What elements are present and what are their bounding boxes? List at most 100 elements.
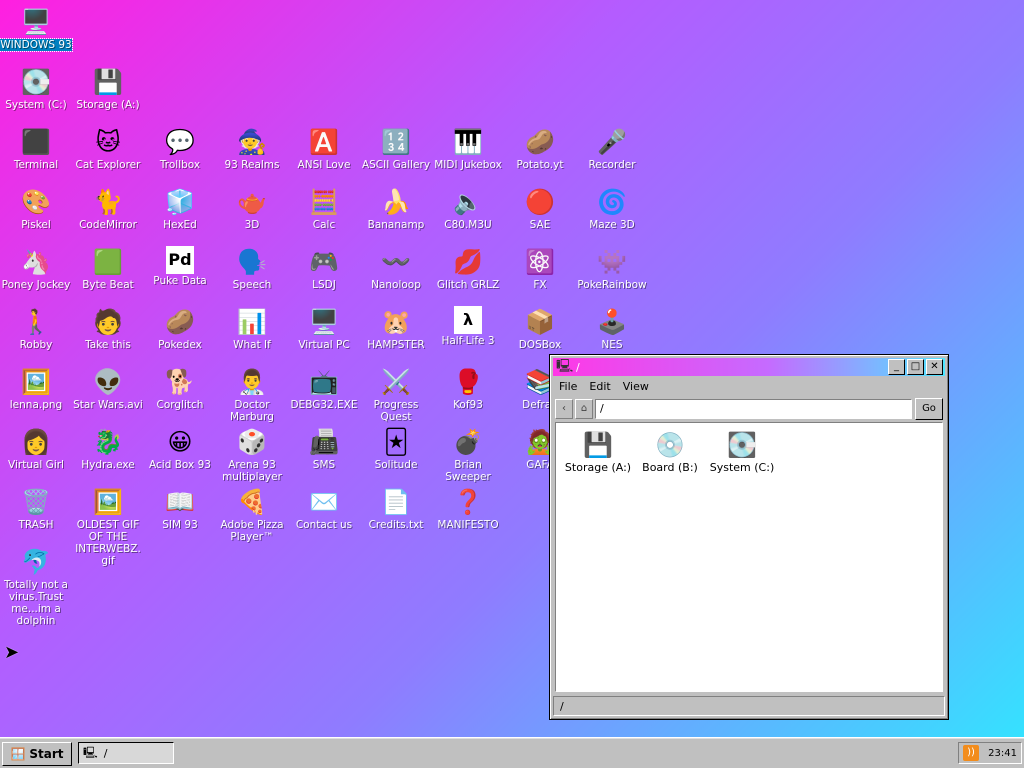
desktop-icon-label: Virtual PC <box>298 339 350 351</box>
desktop-icon[interactable]: 🗣️ Speech <box>216 246 288 291</box>
desktop-icon[interactable]: 🔴 SAE <box>504 186 576 231</box>
desktop-icon[interactable]: 🥔 Potato.yt <box>504 126 576 171</box>
desktop-icon[interactable]: 💽 System (C:) <box>0 66 72 111</box>
desktop-icon[interactable]: 🐕 Corglitch <box>144 366 216 411</box>
start-label: Start <box>29 747 64 761</box>
desktop-icon[interactable]: 🥔 Pokedex <box>144 306 216 351</box>
desktop-icon-label: System (C:) <box>5 99 67 111</box>
desktop-icon[interactable]: 🔢 ASCII Gallery <box>360 126 432 171</box>
desktop-icon[interactable]: 💋 Glitch GRLZ <box>432 246 504 291</box>
desktop-icon[interactable]: ⚛️ FX <box>504 246 576 291</box>
desktop-icon[interactable]: 👩 Virtual Girl <box>0 426 72 471</box>
desktop-icon[interactable]: λ Half-Life 3 <box>432 306 504 347</box>
desktop-icon[interactable]: 🎹 MIDI Jukebox <box>432 126 504 171</box>
desktop-icon[interactable]: 🧑 Take this <box>72 306 144 351</box>
desktop-icon[interactable]: 🐬 Totally not a virus.Trust me...im a dol… <box>0 546 72 627</box>
desktop-icon-label: Terminal <box>13 159 59 171</box>
desktop-icon[interactable]: 🎲 Arena 93 multiplayer <box>216 426 288 483</box>
desktop-icon[interactable]: 📄 Credits.txt <box>360 486 432 531</box>
desktop-icon[interactable]: 🍕 Adobe Pizza Player™ <box>216 486 288 543</box>
file-explorer-window[interactable]: 🖳 / _ □ ✕ File Edit View ‹ ⌂ / Go 💾 Stor… <box>549 354 949 720</box>
menu-edit[interactable]: Edit <box>583 378 616 396</box>
desktop-icon-label: Hydra.exe <box>81 459 135 471</box>
desktop-icon[interactable]: 🧙 93 Realms <box>216 126 288 171</box>
desktop-icon-label: Adobe Pizza Player™ <box>220 519 284 543</box>
desktop-icon[interactable]: 🎤 Recorder <box>576 126 648 171</box>
desktop-icon[interactable]: 🧮 Calc <box>288 186 360 231</box>
desktop-icon[interactable]: 📊 What If <box>216 306 288 351</box>
desktop-icon[interactable]: 💬 Trollbox <box>144 126 216 171</box>
desktop-icon-label: SAE <box>529 219 551 231</box>
desktop-icon[interactable]: 🌀 Maze 3D <box>576 186 648 231</box>
address-input[interactable]: / <box>595 399 912 419</box>
desktop-icon[interactable]: ✉️ Contact us <box>288 486 360 531</box>
desktop-icon[interactable]: 🐉 Hydra.exe <box>72 426 144 471</box>
desktop-icon-label: 93 Realms <box>224 159 280 171</box>
app-icon: 🧑 <box>93 308 123 336</box>
desktop-icon[interactable]: 👾 PokeRainbow <box>576 246 648 291</box>
minimize-button[interactable]: _ <box>888 359 905 375</box>
menu-view[interactable]: View <box>617 378 655 396</box>
app-icon: 👽 <box>93 368 123 396</box>
window-titlebar[interactable]: 🖳 / _ □ ✕ <box>553 358 945 376</box>
desktop-icon[interactable]: 📺 DEBG32.EXE <box>288 366 360 411</box>
drive-storage-a[interactable]: 💾 Storage (A:) <box>562 429 634 474</box>
desktop-icon-label: TRASH <box>18 519 54 531</box>
desktop-icon[interactable]: 〰️ Nanoloop <box>360 246 432 291</box>
desktop-icon[interactable]: 😀 Acid Box 93 <box>144 426 216 471</box>
desktop-icon-label: ANSI Love <box>297 159 351 171</box>
desktop-icon[interactable]: 🐹 HAMPSTER <box>360 306 432 351</box>
taskbar-window-item[interactable]: 🖳 / <box>78 742 174 764</box>
desktop-icon[interactable]: 🃏 Solitude <box>360 426 432 471</box>
desktop-icon[interactable]: 👨‍⚕️ Doctor Marburg <box>216 366 288 423</box>
desktop-icon[interactable]: 🕹️ NES <box>576 306 648 351</box>
desktop-icon[interactable]: 🖼️ lenna.png <box>0 366 72 411</box>
desktop-icon[interactable]: 💣 Brian Sweeper <box>432 426 504 483</box>
desktop-icon[interactable]: 🍌 Bananamp <box>360 186 432 231</box>
desktop-icon[interactable]: ❓ MANIFESTO <box>432 486 504 531</box>
desktop-icon[interactable]: 🎨 Piskel <box>0 186 72 231</box>
close-button[interactable]: ✕ <box>926 359 943 375</box>
desktop-icon[interactable]: 🖥️ Virtual PC <box>288 306 360 351</box>
desktop-icon[interactable]: Pd Puke Data <box>144 246 216 287</box>
desktop-icon[interactable]: 🖼️ OLDEST GIF OF THE INTERWEBZ.gif <box>72 486 144 567</box>
desktop-icon[interactable]: ⚔️ Progress Quest <box>360 366 432 423</box>
desktop-icon[interactable]: 🐈 CodeMirror <box>72 186 144 231</box>
desktop-icon[interactable]: 🗑️ TRASH <box>0 486 72 531</box>
back-button[interactable]: ‹ <box>555 399 573 419</box>
menu-file[interactable]: File <box>553 378 583 396</box>
desktop-icon[interactable]: 🔈 C80.M3U <box>432 186 504 231</box>
desktop-icon[interactable]: 🟩 Byte Beat <box>72 246 144 291</box>
desktop-icon[interactable]: 👽 Star Wars.avi <box>72 366 144 411</box>
desktop-icon[interactable]: 🅰️ ANSI Love <box>288 126 360 171</box>
desktop-icon[interactable]: 🥊 Kof93 <box>432 366 504 411</box>
drive-system-c[interactable]: 💽 System (C:) <box>706 429 778 474</box>
desktop-icon[interactable]: 📠 SMS <box>288 426 360 471</box>
desktop-icon-label: ASCII Gallery <box>361 159 431 171</box>
desktop-icon[interactable]: ⬛ Terminal <box>0 126 72 171</box>
desktop-icon[interactable]: 🫖 3D <box>216 186 288 231</box>
desktop-icon[interactable]: 📦 DOSBox <box>504 306 576 351</box>
app-icon: 🔈 <box>453 188 483 216</box>
app-icon: 🐹 <box>381 308 411 336</box>
desktop-icon[interactable]: 🎮 LSDJ <box>288 246 360 291</box>
desktop-icon[interactable]: 🧊 HexEd <box>144 186 216 231</box>
go-button[interactable]: Go <box>915 398 943 420</box>
home-button[interactable]: ⌂ <box>575 399 593 419</box>
maximize-button[interactable]: □ <box>907 359 924 375</box>
start-button[interactable]: 🪟 Start <box>2 742 72 766</box>
app-icon: 🧊 <box>165 188 195 216</box>
desktop-icon[interactable]: 🖥️ WINDOWS 93 <box>0 6 73 52</box>
desktop-icon[interactable]: 🚶 Robby <box>0 306 72 351</box>
desktop-icon-label: WINDOWS 93 <box>0 38 73 52</box>
rss-icon[interactable]: )) <box>963 745 979 761</box>
drive-board-b[interactable]: 💿 Board (B:) <box>634 429 706 474</box>
app-icon: 🟩 <box>93 248 123 276</box>
desktop-icon[interactable]: 🐱 Cat Explorer <box>72 126 144 171</box>
desktop-icon[interactable]: 🦄 Poney Jockey <box>0 246 72 291</box>
desktop-icon[interactable]: 💾 Storage (A:) <box>72 66 144 111</box>
desktop-icon[interactable]: 📖 SIM 93 <box>144 486 216 531</box>
app-icon: 🧮 <box>309 188 339 216</box>
desktop-icon-label: Kof93 <box>453 399 483 411</box>
app-icon: 🔴 <box>525 188 555 216</box>
